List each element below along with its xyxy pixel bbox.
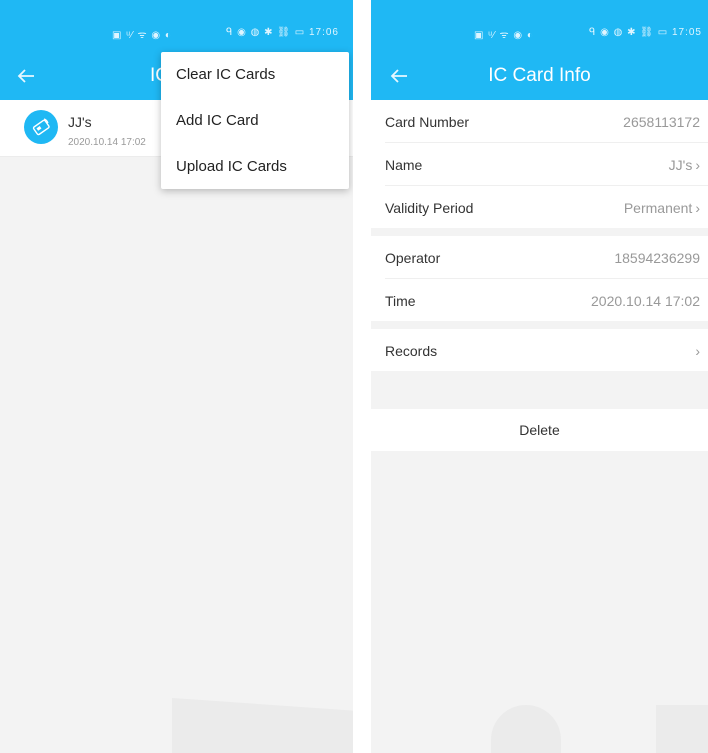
card-info-section: Card Number 2658113172 Name JJ's › Validi…: [371, 100, 708, 228]
status-icons-left: ▣ ᵘ⁄ ᯤ ◉ ◐: [112, 30, 172, 41]
row-value: JJ's: [668, 157, 693, 173]
chevron-right-icon: ›: [695, 157, 700, 173]
chevron-right-icon: ›: [695, 343, 700, 359]
back-button[interactable]: [14, 64, 38, 88]
row-value-wrap: JJ's ›: [669, 157, 700, 173]
row-label: Name: [385, 157, 423, 173]
status-bar: ▣ ᵘ⁄ ᯤ ◉ ◐ ᑫ ◉ ◍ ✱ ⛓ ▭ 17:06: [0, 0, 353, 52]
ic-card-list-screen: ▣ ᵘ⁄ ᯤ ◉ ◐ ᑫ ◉ ◍ ✱ ⛓ ▭ 17:06 IC JJ's 202…: [0, 0, 353, 753]
status-icons: ᑫ ◉ ◍ ✱ ⛓ ▭: [226, 27, 306, 38]
row-value: Permanent: [623, 200, 693, 216]
back-button[interactable]: [387, 64, 411, 88]
card-time: 2020.10.14 17:02: [68, 137, 146, 148]
options-menu: Clear IC Cards Add IC Card Upload IC Car…: [161, 52, 349, 189]
row-card-number: Card Number 2658113172: [385, 100, 708, 143]
ic-card-info-screen: ▣ ᵘ⁄ ᯤ ◉ ◐ ᑫ ◉ ◍ ✱ ⛓ ▭ 17:05 IC Card Inf…: [371, 0, 708, 753]
section-divider: [371, 321, 708, 329]
row-label: Card Number: [385, 114, 470, 130]
watermark-shape: [172, 698, 353, 753]
arrow-left-icon: [390, 69, 407, 83]
page-title: IC Card Info: [488, 65, 591, 86]
row-value: 2658113172: [623, 114, 700, 130]
delete-button[interactable]: Delete: [371, 409, 708, 451]
operator-section: Operator 18594236299 Time 2020.10.14 17:…: [371, 236, 708, 321]
watermark-shape: [656, 705, 708, 753]
row-label: Records: [385, 343, 438, 359]
watermark-shape: [491, 705, 561, 753]
section-divider: [371, 228, 708, 236]
card-name: JJ's: [68, 114, 92, 130]
row-records[interactable]: Records ›: [385, 329, 708, 371]
menu-item-add-ic-card[interactable]: Add IC Card: [161, 98, 349, 144]
nav-bar: IC Card Info: [371, 52, 708, 100]
status-icons: ᑫ ◉ ◍ ✱ ⛓ ▭: [589, 27, 669, 38]
status-time: 17:05: [671, 27, 702, 38]
menu-item-upload-ic-cards[interactable]: Upload IC Cards: [161, 144, 349, 190]
chevron-right-icon: ›: [695, 200, 700, 216]
row-value: 18594236299: [614, 250, 700, 266]
row-label: Operator: [385, 250, 441, 266]
menu-item-clear-ic-cards[interactable]: Clear IC Cards: [161, 52, 349, 98]
row-name[interactable]: Name JJ's ›: [385, 143, 708, 186]
status-icons-right: ᑫ ◉ ◍ ✱ ⛓ ▭ 17:06: [226, 27, 339, 38]
records-section: Records ›: [371, 329, 708, 371]
status-bar: ▣ ᵘ⁄ ᯤ ◉ ◐ ᑫ ◉ ◍ ✱ ⛓ ▭ 17:05: [371, 0, 708, 52]
row-operator: Operator 18594236299: [385, 236, 708, 279]
arrow-left-icon: [17, 69, 34, 83]
row-time: Time 2020.10.14 17:02: [385, 279, 708, 321]
status-time: 17:06: [308, 27, 339, 38]
row-value-wrap: Permanent ›: [624, 200, 700, 216]
ic-card-icon: [24, 110, 58, 144]
status-icons-right: ᑫ ◉ ◍ ✱ ⛓ ▭ 17:05: [589, 27, 702, 38]
status-icons-left: ▣ ᵘ⁄ ᯤ ◉ ◐: [474, 30, 534, 41]
row-validity-period[interactable]: Validity Period Permanent ›: [385, 186, 708, 228]
section-divider: [371, 371, 708, 409]
row-label: Validity Period: [385, 200, 474, 216]
row-label: Time: [385, 293, 416, 309]
row-value: 2020.10.14 17:02: [591, 293, 700, 309]
